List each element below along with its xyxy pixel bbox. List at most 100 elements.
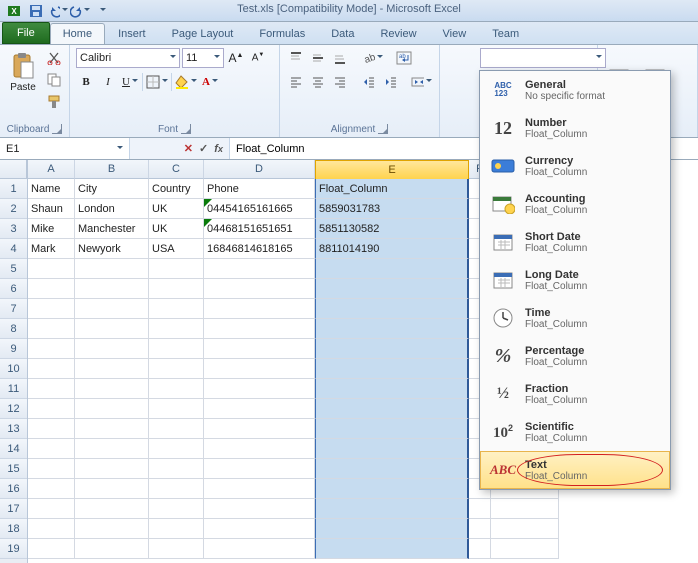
fill-color-button[interactable] — [174, 72, 198, 92]
number-format-select[interactable] — [480, 48, 606, 68]
cell[interactable] — [315, 479, 469, 499]
clipboard-launcher-icon[interactable] — [52, 124, 62, 134]
tab-file[interactable]: File — [2, 22, 50, 44]
cell[interactable] — [315, 359, 469, 379]
cell[interactable] — [204, 359, 315, 379]
cell[interactable] — [315, 459, 469, 479]
cell[interactable] — [75, 539, 149, 559]
cell[interactable] — [204, 339, 315, 359]
tab-insert[interactable]: Insert — [105, 23, 159, 44]
row-header[interactable]: 3 — [0, 219, 27, 239]
cell[interactable] — [28, 379, 75, 399]
row-header[interactable]: 16 — [0, 479, 27, 499]
column-header-A[interactable]: A — [28, 160, 75, 179]
wrap-text-button[interactable]: ab — [394, 48, 414, 68]
cell[interactable]: 5851130582 — [315, 219, 469, 239]
cell[interactable] — [28, 519, 75, 539]
cell[interactable] — [204, 299, 315, 319]
font-size-select[interactable]: 11 — [182, 48, 224, 68]
cell[interactable] — [149, 459, 204, 479]
row-header[interactable]: 10 — [0, 359, 27, 379]
decrease-indent-button[interactable] — [359, 72, 379, 92]
cell[interactable]: 04454165161665 — [204, 199, 315, 219]
alignment-launcher-icon[interactable] — [378, 124, 388, 134]
font-launcher-icon[interactable] — [181, 124, 191, 134]
increase-indent-button[interactable] — [381, 72, 401, 92]
cell[interactable]: Newyork — [75, 239, 149, 259]
column-header-E[interactable]: E — [315, 160, 469, 180]
cell[interactable] — [204, 539, 315, 559]
cell[interactable] — [149, 339, 204, 359]
format-painter-button[interactable] — [44, 92, 64, 112]
cell[interactable] — [28, 259, 75, 279]
cell[interactable] — [75, 359, 149, 379]
cell[interactable] — [28, 499, 75, 519]
cell[interactable]: Mike — [28, 219, 75, 239]
cell[interactable] — [315, 339, 469, 359]
cell[interactable] — [75, 459, 149, 479]
cell[interactable]: Country — [149, 179, 204, 199]
row-header[interactable]: 6 — [0, 279, 27, 299]
name-box[interactable]: E1 — [0, 138, 130, 159]
cell[interactable] — [28, 459, 75, 479]
cell[interactable] — [315, 299, 469, 319]
row-header[interactable]: 12 — [0, 399, 27, 419]
cell[interactable] — [491, 519, 559, 539]
column-header-B[interactable]: B — [75, 160, 149, 179]
number-format-item-percentage[interactable]: %PercentageFloat_Column — [480, 337, 670, 375]
cell[interactable] — [28, 539, 75, 559]
cell[interactable] — [315, 499, 469, 519]
cell[interactable] — [204, 319, 315, 339]
cell[interactable] — [315, 519, 469, 539]
save-icon[interactable] — [26, 2, 46, 20]
select-all-corner[interactable] — [0, 160, 27, 179]
cell[interactable] — [28, 279, 75, 299]
orientation-button[interactable]: ab — [360, 48, 384, 68]
font-family-select[interactable]: Calibri — [76, 48, 180, 68]
row-header[interactable]: 18 — [0, 519, 27, 539]
row-header[interactable]: 15 — [0, 459, 27, 479]
cell[interactable] — [28, 419, 75, 439]
cell[interactable] — [149, 319, 204, 339]
cell[interactable]: Phone — [204, 179, 315, 199]
merge-center-button[interactable] — [410, 72, 433, 92]
row-header[interactable]: 19 — [0, 539, 27, 559]
qat-customize-icon[interactable] — [92, 2, 112, 20]
tab-page-layout[interactable]: Page Layout — [159, 23, 247, 44]
row-header[interactable]: 1 — [0, 179, 27, 199]
cell[interactable] — [75, 279, 149, 299]
cell[interactable] — [149, 379, 204, 399]
cell[interactable] — [75, 479, 149, 499]
align-middle-button[interactable] — [308, 48, 328, 68]
cell[interactable]: London — [75, 199, 149, 219]
row-header[interactable]: 8 — [0, 319, 27, 339]
number-format-item-text[interactable]: ABCTextFloat_Column — [480, 451, 670, 489]
cell[interactable] — [469, 539, 491, 559]
cell[interactable]: USA — [149, 239, 204, 259]
cell[interactable] — [315, 319, 469, 339]
number-format-item-shortdate[interactable]: Short DateFloat_Column — [480, 223, 670, 261]
cell[interactable] — [75, 259, 149, 279]
row-header[interactable]: 17 — [0, 499, 27, 519]
cell[interactable] — [149, 419, 204, 439]
cell[interactable] — [315, 279, 469, 299]
cell[interactable]: UK — [149, 219, 204, 239]
number-format-item-currency[interactable]: CurrencyFloat_Column — [480, 147, 670, 185]
cell[interactable] — [28, 299, 75, 319]
italic-button[interactable]: I — [98, 72, 118, 92]
number-format-item-longdate[interactable]: Long DateFloat_Column — [480, 261, 670, 299]
cell[interactable] — [75, 419, 149, 439]
number-format-item-general[interactable]: ABC123GeneralNo specific format — [480, 71, 670, 109]
undo-icon[interactable] — [48, 2, 68, 20]
row-header[interactable]: 5 — [0, 259, 27, 279]
tab-home[interactable]: Home — [50, 23, 105, 44]
cell[interactable] — [75, 439, 149, 459]
paste-button[interactable]: Paste — [6, 48, 40, 96]
column-header-D[interactable]: D — [204, 160, 315, 179]
cell[interactable] — [149, 399, 204, 419]
fx-icon[interactable]: fx — [214, 143, 223, 155]
cell[interactable] — [75, 319, 149, 339]
cell[interactable] — [28, 319, 75, 339]
cell[interactable] — [28, 359, 75, 379]
cell[interactable] — [204, 499, 315, 519]
